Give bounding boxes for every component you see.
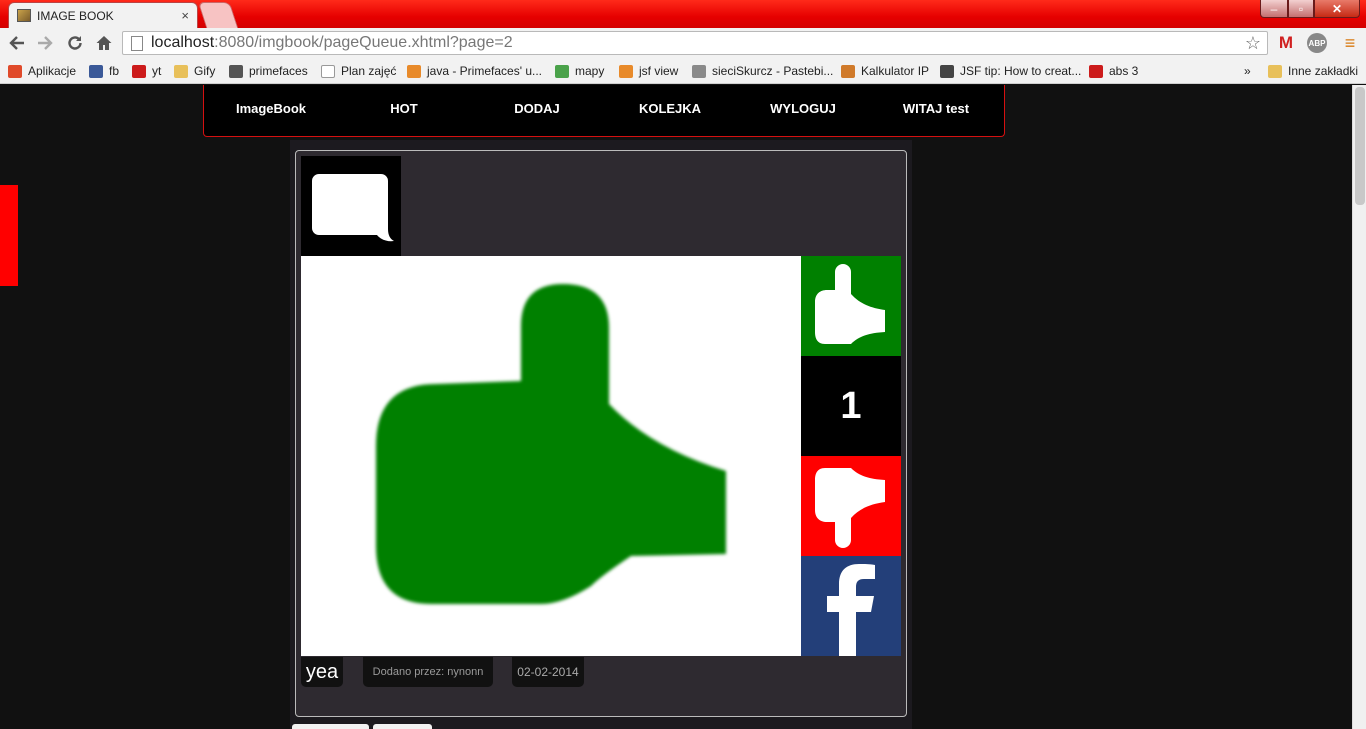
youtube-icon (132, 64, 146, 78)
post-image[interactable] (301, 256, 801, 656)
minimize-button[interactable]: – (1260, 0, 1288, 18)
browser-menu-icon[interactable]: ≡ (1340, 33, 1360, 53)
primefaces-icon (229, 64, 243, 78)
vote-score: 1 (801, 356, 901, 456)
nav-hot-link[interactable]: HOT (344, 101, 464, 116)
tab-close-icon[interactable]: × (181, 8, 189, 23)
close-window-button[interactable]: ✕ (1314, 0, 1360, 18)
speech-bubble-icon (312, 174, 394, 242)
maps-icon (555, 64, 569, 78)
maximize-button[interactable]: ▫ (1288, 0, 1314, 18)
window-titlebar: IMAGE BOOK × – ▫ ✕ (0, 0, 1366, 28)
pagination-button[interactable] (373, 724, 432, 729)
bookmark-9[interactable]: sieciSkurcz - Pastebi... (692, 62, 833, 80)
forward-arrow-icon[interactable] (34, 32, 56, 54)
nav-brand-link[interactable]: ImageBook (211, 101, 331, 116)
url-path: :8080/imgbook/pageQueue.xhtml?page=2 (214, 34, 513, 51)
bookmark-star-icon[interactable]: ☆ (1245, 33, 1261, 54)
globe-icon (940, 64, 954, 78)
pagination-button[interactable] (292, 724, 369, 729)
favicon-icon (17, 9, 31, 22)
browser-toolbar: localhost:8080/imgbook/pageQueue.xhtml?p… (0, 28, 1366, 58)
bookmark-label: abs 3 (1109, 64, 1139, 78)
bookmark-10[interactable]: Kalkulator IP (841, 62, 929, 80)
page-content: ImageBook HOT DODAJ KOLEJKA WYLOGUJ WITA… (0, 85, 1352, 729)
facebook-icon (827, 564, 875, 656)
bookmark-1[interactable]: fb (89, 62, 119, 80)
bookmarks-bar: Aplikacje fb yt Gify primefaces Plan zajęć jav… (0, 58, 1366, 84)
bookmark-7[interactable]: mapy (555, 62, 604, 80)
bookmark-label: sieciSkurcz - Pastebi... (712, 64, 834, 78)
network-icon (841, 64, 855, 78)
nav-kolejka-link[interactable]: KOLEJKA (610, 101, 730, 116)
scrollbar-thumb[interactable] (1355, 87, 1365, 205)
post-author: Dodano przez: nynonn (363, 657, 493, 687)
new-tab-button[interactable] (197, 2, 239, 28)
thumbs-up-icon (376, 284, 726, 604)
bookmark-label: primefaces (249, 64, 308, 78)
post-title: yea (301, 657, 343, 687)
folder-icon (174, 64, 188, 78)
bookmark-3[interactable]: Gify (174, 62, 215, 80)
reload-icon[interactable] (64, 32, 86, 54)
bookmark-label: JSF tip: How to creat... (960, 64, 1082, 78)
address-bar[interactable]: localhost:8080/imgbook/pageQueue.xhtml?p… (122, 31, 1268, 55)
bookmark-6[interactable]: java - Primefaces' u... (407, 62, 542, 80)
post-date: 02-02-2014 (512, 657, 584, 687)
adblock-icon[interactable]: ABP (1307, 33, 1327, 53)
thumbs-up-icon (815, 264, 885, 344)
nav-dodaj-link[interactable]: DODAJ (477, 101, 597, 116)
home-icon[interactable] (93, 32, 115, 54)
page-scrollbar[interactable] (1352, 85, 1366, 729)
pastebin-icon (692, 64, 706, 78)
bookmark-11[interactable]: JSF tip: How to creat... (940, 62, 1081, 80)
tab-title: IMAGE BOOK (37, 8, 114, 23)
youtube-icon (1089, 64, 1103, 78)
bookmark-0[interactable]: Aplikacje (8, 62, 76, 80)
bookmark-label: Kalkulator IP (861, 64, 930, 78)
facebook-icon (89, 64, 103, 78)
gmail-icon[interactable]: M (1275, 33, 1297, 53)
nav-welcome-text: WITAJ test (902, 101, 970, 116)
share-facebook-button[interactable] (801, 556, 901, 656)
bookmark-label: mapy (575, 64, 605, 78)
like-button[interactable] (801, 256, 901, 356)
post-card: 1 yea Dodano przez: nynonn 02-02-2014 (295, 150, 907, 717)
bookmark-2[interactable]: yt (132, 62, 161, 80)
nav-wyloguj-link[interactable]: WYLOGUJ (743, 101, 863, 116)
bookmark-label: yt (152, 64, 162, 78)
bookmark-12[interactable]: abs 3 (1089, 62, 1138, 80)
back-arrow-icon[interactable] (6, 32, 28, 54)
bookmarks-overflow-button[interactable]: » (1244, 62, 1251, 80)
bookmark-4[interactable]: primefaces (229, 62, 308, 80)
main-navbar: ImageBook HOT DODAJ KOLEJKA WYLOGUJ WITA… (203, 85, 1005, 137)
bookmark-label: Plan zajęć (341, 64, 397, 78)
thumbs-down-icon (815, 468, 885, 548)
bookmark-label: java - Primefaces' u... (427, 64, 542, 78)
other-bookmarks-folder[interactable]: Inne zakładki (1268, 62, 1358, 80)
bookmark-8[interactable]: jsf view (619, 62, 678, 80)
bookmark-label: Aplikacje (28, 64, 77, 78)
bookmark-label: Gify (194, 64, 216, 78)
url-host: localhost (151, 34, 215, 51)
page-icon (131, 35, 143, 51)
bookmark-5[interactable]: Plan zajęć (321, 62, 396, 80)
side-accent-bar (0, 185, 18, 286)
apps-grid-icon (8, 64, 22, 78)
stackoverflow-icon (407, 64, 421, 78)
other-bookmarks-label: Inne zakładki (1288, 64, 1359, 78)
comments-button[interactable] (301, 156, 401, 256)
page-icon (321, 64, 335, 78)
bookmark-label: jsf view (639, 64, 679, 78)
dislike-button[interactable] (801, 456, 901, 556)
folder-icon (1268, 64, 1282, 78)
browser-tab-active[interactable]: IMAGE BOOK × (8, 2, 198, 28)
bookmark-label: fb (109, 64, 120, 78)
stackoverflow-icon (619, 64, 633, 78)
